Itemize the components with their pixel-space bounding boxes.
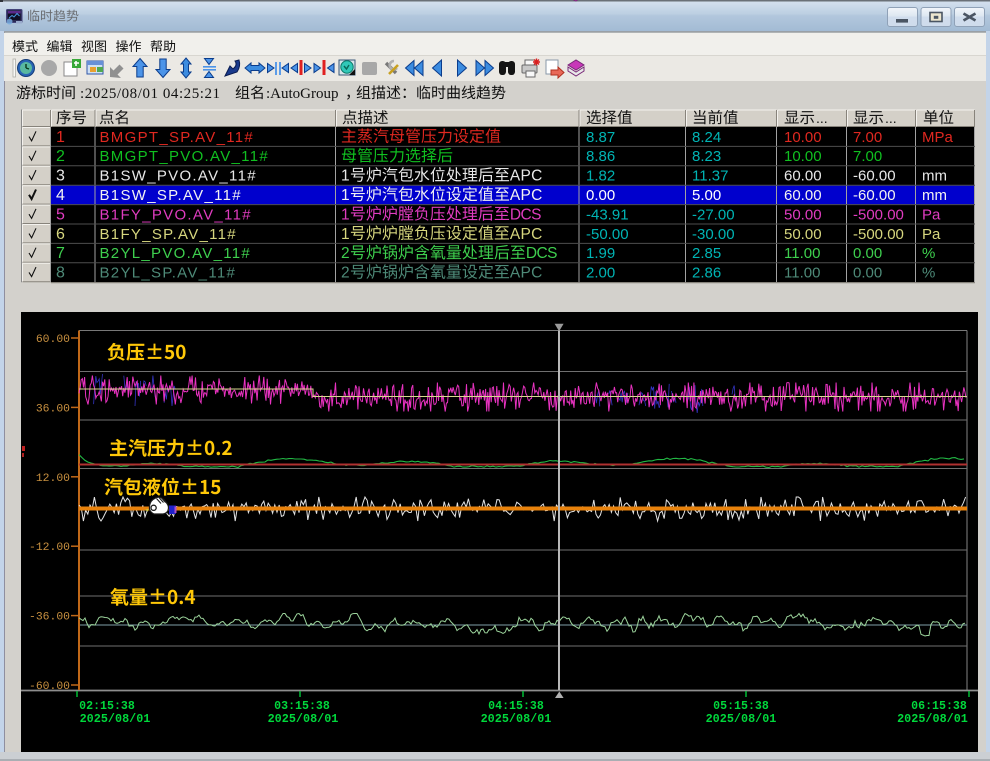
svg-text:2025/08/01: 2025/08/01 (481, 712, 552, 726)
svg-text:-30.00: -30.00 (692, 226, 735, 243)
svg-text:BMGPT_SP.AV_11#: BMGPT_SP.AV_11# (100, 129, 255, 146)
svg-text:...: ... (816, 110, 828, 126)
svg-text:Pa: Pa (922, 206, 941, 223)
svg-text:8.24: 8.24 (692, 129, 721, 146)
svg-text:Pa: Pa (922, 226, 941, 243)
svg-text:1: 1 (341, 187, 350, 204)
svg-text::AutoGroup: :AutoGroup (266, 86, 339, 102)
svg-text:P: P (521, 226, 531, 243)
svg-text:-500.00: -500.00 (853, 206, 904, 223)
svg-text:11.37: 11.37 (692, 168, 728, 185)
svg-text:MPa: MPa (922, 129, 954, 146)
svg-text:0.00: 0.00 (853, 265, 882, 282)
svg-text:P: P (521, 265, 531, 282)
svg-text:%: % (922, 265, 935, 282)
svg-text:A: A (510, 265, 521, 282)
svg-text:C: C (531, 265, 542, 282)
svg-text:C: C (521, 206, 532, 223)
svg-text:-12.00: -12.00 (29, 542, 70, 554)
svg-text:2: 2 (56, 148, 65, 165)
svg-text:8: 8 (56, 265, 65, 282)
svg-text:6: 6 (56, 226, 65, 243)
svg-text:36.00: 36.00 (36, 403, 70, 415)
svg-text:D: D (526, 245, 537, 262)
svg-text:0.00: 0.00 (586, 187, 615, 204)
svg-text:B2YL_SP.AV_11#: B2YL_SP.AV_11# (100, 265, 237, 282)
svg-text:1.99: 1.99 (586, 245, 615, 262)
svg-text:50.00: 50.00 (784, 206, 822, 223)
svg-text:%: % (922, 245, 935, 262)
svg-text:11.00: 11.00 (784, 245, 820, 262)
svg-text:60.00: 60.00 (784, 168, 822, 185)
svg-text:8.23: 8.23 (692, 148, 721, 165)
svg-text:10.00: 10.00 (784, 148, 822, 165)
svg-text:4: 4 (56, 187, 65, 204)
svg-text:2.86: 2.86 (692, 265, 721, 282)
svg-text:50.00: 50.00 (784, 226, 822, 243)
svg-text:B1SW_SP.AV_11#: B1SW_SP.AV_11# (100, 187, 242, 204)
svg-text:-60.00: -60.00 (853, 168, 896, 185)
svg-text:B2YL_PVO.AV_11#: B2YL_PVO.AV_11# (100, 245, 252, 262)
svg-text:60.00: 60.00 (784, 187, 822, 204)
svg-text:A: A (510, 187, 521, 204)
svg-text:-60.00: -60.00 (853, 187, 896, 204)
svg-text:C: C (531, 187, 542, 204)
svg-text:-60.00: -60.00 (29, 681, 70, 693)
svg-text:C: C (531, 226, 542, 243)
svg-text:12.00: 12.00 (36, 473, 70, 485)
svg-text:-50.00: -50.00 (586, 226, 629, 243)
svg-text:-500.00: -500.00 (853, 226, 904, 243)
svg-text:B1SW_PVO.AV_11#: B1SW_PVO.AV_11# (100, 168, 257, 185)
svg-text:B1FY_SP.AV_11#: B1FY_SP.AV_11# (100, 226, 237, 243)
svg-text:1: 1 (341, 206, 350, 223)
svg-text:1.82: 1.82 (586, 168, 615, 185)
svg-text:S: S (547, 245, 557, 262)
svg-text:P: P (521, 168, 531, 185)
svg-text:5: 5 (56, 206, 65, 223)
svg-text:mm: mm (922, 187, 947, 204)
svg-text:7: 7 (56, 245, 65, 262)
svg-text:0.00: 0.00 (853, 245, 882, 262)
svg-text:11.00: 11.00 (784, 265, 820, 282)
svg-text:C: C (531, 168, 542, 185)
svg-text:C: C (537, 245, 548, 262)
svg-text:...: ... (885, 110, 897, 126)
svg-text:7.00: 7.00 (853, 129, 882, 146)
svg-text:2025/08/01: 2025/08/01 (268, 712, 339, 726)
svg-text:2025/08/01: 2025/08/01 (706, 712, 777, 726)
svg-text:1: 1 (341, 168, 350, 185)
svg-text:2: 2 (341, 265, 350, 282)
svg-text::2025/08/01 04:25:21: :2025/08/01 04:25:21 (80, 86, 221, 102)
svg-text:60.00: 60.00 (36, 334, 70, 346)
svg-text:5.00: 5.00 (692, 187, 721, 204)
svg-text:-27.00: -27.00 (692, 206, 735, 223)
svg-text:1: 1 (56, 129, 65, 146)
svg-text:P: P (521, 187, 531, 204)
svg-text:A: A (510, 168, 521, 185)
svg-text:BMGPT_PVO.AV_11#: BMGPT_PVO.AV_11# (100, 148, 269, 165)
svg-text:1: 1 (341, 226, 350, 243)
svg-text:2025/08/01: 2025/08/01 (80, 712, 151, 726)
svg-text:-43.91: -43.91 (586, 206, 629, 223)
svg-text:10.00: 10.00 (784, 129, 822, 146)
svg-text:8.86: 8.86 (586, 148, 615, 165)
svg-text:B1FY_PVO.AV_11#: B1FY_PVO.AV_11# (100, 206, 252, 223)
svg-text:3: 3 (56, 168, 65, 185)
svg-text:7.00: 7.00 (853, 148, 882, 165)
svg-text:2.00: 2.00 (586, 265, 615, 282)
svg-text:D: D (510, 206, 521, 223)
svg-text:2: 2 (341, 245, 350, 262)
svg-text:2.85: 2.85 (692, 245, 721, 262)
svg-text:mm: mm (922, 168, 947, 185)
svg-text:A: A (510, 226, 521, 243)
svg-text:2025/08/01: 2025/08/01 (897, 712, 968, 726)
svg-text:8.87: 8.87 (586, 129, 615, 146)
svg-text:S: S (531, 206, 541, 223)
svg-text:-36.00: -36.00 (29, 612, 70, 624)
